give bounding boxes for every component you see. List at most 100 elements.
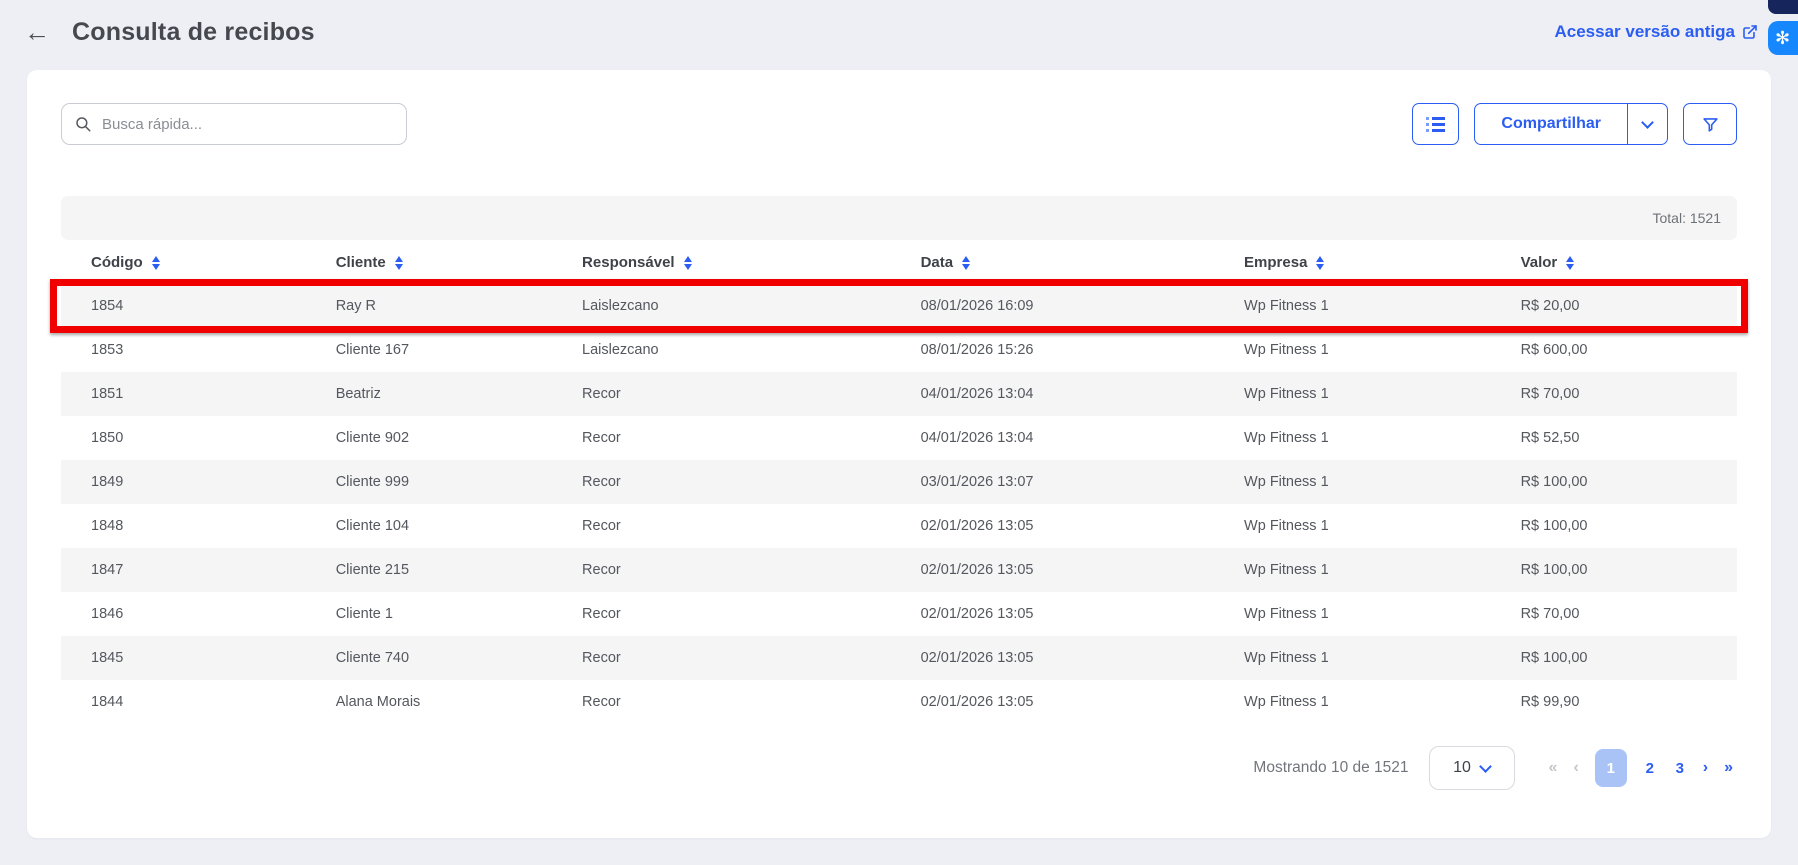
- receipts-table: CódigoClienteResponsávelDataEmpresaValor…: [61, 240, 1737, 724]
- chevron-down-icon: [1641, 116, 1654, 129]
- sort-icon[interactable]: [962, 256, 970, 270]
- column-header-valor[interactable]: Valor: [1491, 240, 1737, 284]
- cell-responsavel: Recor: [552, 636, 891, 680]
- table-row[interactable]: 1844Alana MoraisRecor02/01/2026 13:05Wp …: [61, 680, 1737, 724]
- prev-page-button[interactable]: ‹: [1573, 759, 1578, 777]
- cell-responsavel: Recor: [552, 592, 891, 636]
- table-row[interactable]: 1850Cliente 902Recor04/01/2026 13:04Wp F…: [61, 416, 1737, 460]
- cell-codigo: 1846: [61, 592, 306, 636]
- cell-valor: R$ 100,00: [1491, 504, 1737, 548]
- page-header: ← Consulta de recibos Acessar versão ant…: [0, 0, 1798, 64]
- page-size-value: 10: [1453, 759, 1471, 777]
- cell-codigo: 1854: [61, 284, 306, 328]
- toolbar: Compartilhar: [61, 103, 1737, 145]
- cell-cliente: Cliente 999: [306, 460, 552, 504]
- page-title: Consulta de recibos: [72, 18, 315, 47]
- column-header-data[interactable]: Data: [891, 240, 1214, 284]
- cell-valor: R$ 20,00: [1491, 284, 1737, 328]
- table-row[interactable]: 1845Cliente 740Recor02/01/2026 13:05Wp F…: [61, 636, 1737, 680]
- total-count: Total: 1521: [1653, 210, 1722, 226]
- share-split-button: Compartilhar: [1474, 103, 1668, 145]
- cell-responsavel: Recor: [552, 548, 891, 592]
- cell-responsavel: Recor: [552, 680, 891, 724]
- filter-button[interactable]: [1683, 103, 1737, 145]
- cell-codigo: 1844: [61, 680, 306, 724]
- search-icon: [74, 115, 92, 133]
- external-link-icon: [1742, 24, 1758, 40]
- cell-cliente: Cliente 740: [306, 636, 552, 680]
- cell-valor: R$ 70,00: [1491, 592, 1737, 636]
- share-dropdown-button[interactable]: [1627, 104, 1667, 144]
- table-row[interactable]: 1854Ray RLaislezcano08/01/2026 16:09Wp F…: [61, 284, 1737, 328]
- chat-widget-button[interactable]: ✻: [1768, 21, 1798, 55]
- cell-data: 02/01/2026 13:05: [891, 504, 1214, 548]
- cell-codigo: 1851: [61, 372, 306, 416]
- cell-responsavel: Laislezcano: [552, 284, 891, 328]
- table-row[interactable]: 1853Cliente 167Laislezcano08/01/2026 15:…: [61, 328, 1737, 372]
- share-button[interactable]: Compartilhar: [1475, 104, 1627, 144]
- search-input[interactable]: [102, 116, 394, 133]
- cell-cliente: Cliente 1: [306, 592, 552, 636]
- table-row[interactable]: 1848Cliente 104Recor02/01/2026 13:05Wp F…: [61, 504, 1737, 548]
- cell-valor: R$ 100,00: [1491, 460, 1737, 504]
- cell-empresa: Wp Fitness 1: [1214, 416, 1491, 460]
- chevron-down-icon: [1479, 760, 1492, 773]
- sort-icon[interactable]: [152, 256, 160, 270]
- next-page-button[interactable]: ›: [1703, 759, 1708, 777]
- cell-responsavel: Recor: [552, 504, 891, 548]
- cell-data: 04/01/2026 13:04: [891, 372, 1214, 416]
- cell-data: 08/01/2026 15:26: [891, 328, 1214, 372]
- sort-icon[interactable]: [1566, 256, 1574, 270]
- table-row[interactable]: 1851BeatrizRecor04/01/2026 13:04Wp Fitne…: [61, 372, 1737, 416]
- cell-cliente: Beatriz: [306, 372, 552, 416]
- cell-valor: R$ 70,00: [1491, 372, 1737, 416]
- cell-codigo: 1849: [61, 460, 306, 504]
- cell-cliente: Cliente 167: [306, 328, 552, 372]
- old-version-link[interactable]: Acessar versão antiga: [1555, 22, 1759, 42]
- cell-cliente: Cliente 215: [306, 548, 552, 592]
- cell-data: 03/01/2026 13:07: [891, 460, 1214, 504]
- sort-icon[interactable]: [395, 256, 403, 270]
- cell-responsavel: Recor: [552, 460, 891, 504]
- table-row[interactable]: 1847Cliente 215Recor02/01/2026 13:05Wp F…: [61, 548, 1737, 592]
- cell-empresa: Wp Fitness 1: [1214, 548, 1491, 592]
- cell-cliente: Cliente 104: [306, 504, 552, 548]
- cell-codigo: 1845: [61, 636, 306, 680]
- cell-empresa: Wp Fitness 1: [1214, 636, 1491, 680]
- cell-empresa: Wp Fitness 1: [1214, 504, 1491, 548]
- cell-codigo: 1848: [61, 504, 306, 548]
- cell-empresa: Wp Fitness 1: [1214, 592, 1491, 636]
- first-page-button[interactable]: «: [1549, 759, 1558, 777]
- cell-codigo: 1850: [61, 416, 306, 460]
- filter-icon: [1701, 115, 1720, 134]
- page-number-1[interactable]: 1: [1595, 749, 1627, 787]
- table-row[interactable]: 1846Cliente 1Recor02/01/2026 13:05Wp Fit…: [61, 592, 1737, 636]
- column-header-cliente[interactable]: Cliente: [306, 240, 552, 284]
- receipts-table-wrap: CódigoClienteResponsávelDataEmpresaValor…: [61, 240, 1737, 724]
- column-header-codigo[interactable]: Código: [61, 240, 306, 284]
- sort-icon[interactable]: [684, 256, 692, 270]
- receipts-panel: Compartilhar Total: 1521 CódigoClienteRe…: [27, 70, 1771, 838]
- table-row[interactable]: 1849Cliente 999Recor03/01/2026 13:07Wp F…: [61, 460, 1737, 504]
- cell-cliente: Cliente 902: [306, 416, 552, 460]
- old-version-link-label: Acessar versão antiga: [1555, 22, 1736, 42]
- page-size-select[interactable]: 10: [1429, 746, 1515, 790]
- last-page-button[interactable]: »: [1724, 759, 1733, 777]
- page-number-2[interactable]: 2: [1643, 760, 1657, 777]
- browser-extension-widget[interactable]: [1768, 0, 1798, 14]
- page-number-3[interactable]: 3: [1673, 760, 1687, 777]
- list-view-button[interactable]: [1412, 103, 1459, 145]
- cell-valor: R$ 600,00: [1491, 328, 1737, 372]
- total-bar: Total: 1521: [61, 196, 1737, 240]
- column-header-empresa[interactable]: Empresa: [1214, 240, 1491, 284]
- cell-data: 02/01/2026 13:05: [891, 592, 1214, 636]
- back-arrow-icon[interactable]: ←: [18, 15, 56, 49]
- cell-data: 08/01/2026 16:09: [891, 284, 1214, 328]
- cell-cliente: Alana Morais: [306, 680, 552, 724]
- quick-search-box[interactable]: [61, 103, 407, 145]
- showing-label: Mostrando 10 de 1521: [1253, 759, 1408, 777]
- sort-icon[interactable]: [1316, 256, 1324, 270]
- column-header-responsavel[interactable]: Responsável: [552, 240, 891, 284]
- cell-data: 02/01/2026 13:05: [891, 548, 1214, 592]
- table-header-row: CódigoClienteResponsávelDataEmpresaValor: [61, 240, 1737, 284]
